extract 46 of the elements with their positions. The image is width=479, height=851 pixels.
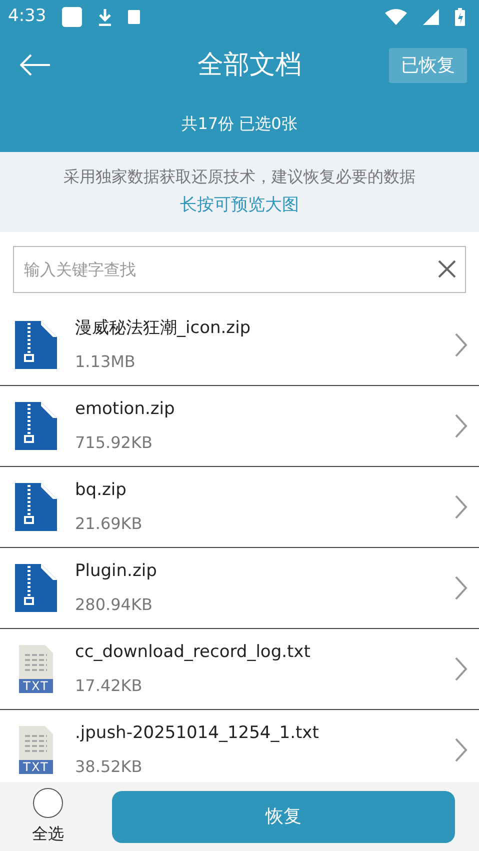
file-size: 17.42KB bbox=[75, 674, 144, 697]
text-file-icon bbox=[19, 726, 53, 760]
app-icon bbox=[62, 7, 82, 27]
file-row[interactable]: TXT cc_download_record_log.txt 17.42KB bbox=[0, 629, 479, 710]
zip-file-icon bbox=[15, 564, 57, 612]
file-row[interactable]: 漫威秘法狂潮_icon.zip 1.13MB bbox=[0, 305, 479, 386]
file-size: 715.92KB bbox=[75, 432, 154, 454]
file-type-label: TXT bbox=[19, 760, 53, 774]
zip-file-icon bbox=[15, 402, 57, 450]
file-row[interactable]: emotion.zip 715.92KB bbox=[0, 386, 479, 467]
zip-file-icon bbox=[15, 483, 57, 531]
chevron-right-icon bbox=[455, 414, 467, 438]
notice-text: 采用独家数据获取还原技术，建议恢复必要的数据 bbox=[64, 166, 416, 188]
file-row[interactable]: bq.zip 21.69KB bbox=[0, 467, 479, 548]
file-row[interactable]: Plugin.zip 280.94KB bbox=[0, 548, 479, 629]
clear-icon[interactable] bbox=[438, 260, 456, 278]
select-all-label: 全选 bbox=[32, 822, 64, 844]
file-size: 21.69KB bbox=[75, 512, 144, 535]
clock: 4:33 bbox=[8, 5, 46, 28]
chevron-right-icon bbox=[455, 576, 467, 600]
text-file-icon bbox=[19, 645, 53, 679]
wifi-icon bbox=[385, 9, 407, 25]
file-size: 280.94KB bbox=[75, 594, 154, 616]
file-name: cc_download_record_log.txt bbox=[75, 641, 312, 664]
select-all-checkbox[interactable] bbox=[33, 788, 63, 818]
search-field[interactable]: 输入关键字查找 bbox=[13, 246, 466, 293]
preview-hint: 长按可预览大图 bbox=[180, 194, 299, 218]
file-name: 漫威秘法狂潮_icon.zip bbox=[75, 317, 252, 340]
file-name: bq.zip bbox=[75, 479, 128, 502]
file-size: 38.52KB bbox=[75, 756, 144, 778]
chevron-right-icon bbox=[455, 738, 467, 762]
chevron-right-icon bbox=[455, 657, 467, 681]
file-name: .jpush-20251014_1254_1.txt bbox=[75, 722, 320, 746]
signal-icon bbox=[423, 9, 439, 25]
zip-file-icon bbox=[15, 321, 57, 369]
battery-icon bbox=[455, 8, 465, 26]
summary-text: 共17份 已选0张 bbox=[180, 113, 298, 135]
file-name: emotion.zip bbox=[75, 398, 176, 422]
file-name: Plugin.zip bbox=[75, 560, 158, 584]
file-size: 1.13MB bbox=[75, 350, 136, 373]
page-title: 全部文档 bbox=[196, 48, 302, 82]
file-type-label: TXT bbox=[19, 679, 53, 693]
chevron-right-icon bbox=[455, 333, 467, 357]
back-icon[interactable] bbox=[20, 54, 50, 76]
download-icon bbox=[98, 8, 112, 26]
chevron-right-icon bbox=[455, 495, 467, 519]
